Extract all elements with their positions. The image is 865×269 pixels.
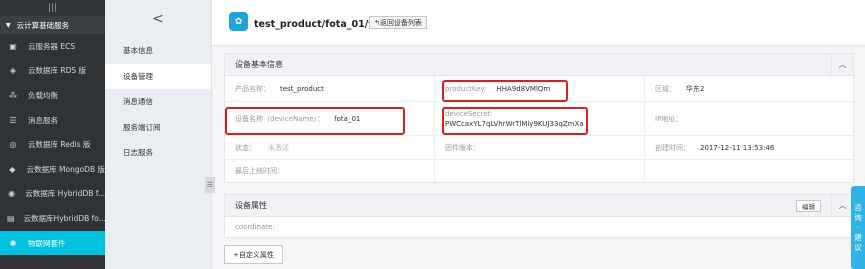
- device-props-heading: 设备属性: [235, 201, 267, 210]
- highlight-box-device-secret: [442, 107, 588, 135]
- product-name-cell: 产品名称： test_product: [225, 76, 435, 101]
- coordinate-cell: coordinate:: [225, 217, 275, 237]
- sub-menu: < 基本信息 设备管理 消息通信 服务端订阅 日志服务: [105, 0, 212, 269]
- region-value: 华东2: [686, 84, 705, 93]
- slb-icon: ⁂: [9, 90, 17, 100]
- chevron-up-icon[interactable]: ︿: [831, 54, 853, 75]
- nav-item-ecs[interactable]: ▣ 云服务器 ECS: [0, 34, 105, 59]
- hybriddb-icon: ◉: [8, 189, 16, 199]
- message-icon: ☰: [9, 115, 17, 125]
- nav-item-label: 负载均衡: [28, 90, 58, 100]
- feedback-char: 议: [854, 242, 862, 252]
- status-value: 未激活: [268, 143, 289, 152]
- feedback-char: 咨: [854, 202, 862, 212]
- nav-item-label: 云数据库 Redis 版: [28, 140, 91, 150]
- device-info-heading: 设备基本信息: [235, 60, 283, 69]
- sub-item-device-management[interactable]: 设备管理: [105, 63, 211, 89]
- nav-item-label: 云服务器 ECS: [28, 41, 76, 51]
- sub-item-basic-info[interactable]: 基本信息: [105, 38, 211, 64]
- hybriddb2-icon: ▤: [7, 213, 15, 223]
- created-value: 2017-12-11 13:53:46: [700, 143, 775, 152]
- status-label: 状态：: [235, 143, 256, 152]
- highlight-box-product-key: [442, 80, 568, 102]
- add-custom-property-button[interactable]: +自定义属性: [224, 245, 283, 264]
- ecs-icon: ▣: [9, 41, 17, 51]
- props-row: coordinate:: [225, 217, 853, 237]
- iot-product-icon: ✿: [229, 12, 248, 31]
- created-cell: 创建时间： 2017-12-11 13:53:46: [645, 136, 853, 159]
- back-to-device-list-button[interactable]: ↰ 返回设备列表: [369, 16, 427, 29]
- info-row-3: 状态： 未激活 固件版本： 创建时间： 2017-12-11 13:53:46: [225, 136, 853, 160]
- status-cell: 状态： 未激活: [225, 136, 435, 159]
- iot-icon: ✺: [9, 238, 17, 248]
- nav-item-slb[interactable]: ⁂ 负载均衡: [0, 83, 105, 108]
- product-name-value: test_product: [280, 84, 324, 93]
- redis-icon: ◎: [9, 140, 17, 150]
- ip-label: IP地址：: [655, 114, 683, 123]
- page-header: ✿ test_product/fota_01/设备详情 ↰ 返回设备列表: [212, 0, 865, 46]
- chevron-left-icon[interactable]: <: [105, 0, 211, 38]
- region-cell: 区域： 华东2: [645, 76, 853, 101]
- sub-item-server-subscription[interactable]: 服务端订阅: [105, 115, 211, 141]
- nav-section-cloud[interactable]: ▼ 云计算基础服务: [0, 16, 105, 34]
- feedback-tab[interactable]: 咨 询 · 建 议: [851, 186, 865, 269]
- firmware-cell: 固件版本：: [435, 136, 645, 159]
- ip-cell: IP地址：: [645, 102, 853, 135]
- mongodb-icon: ◆: [9, 164, 16, 174]
- sub-item-log-service[interactable]: 日志服务: [105, 140, 211, 166]
- empty-cell: [435, 160, 645, 182]
- nav-item-label: 云数据库 MongoDB 版: [26, 164, 105, 174]
- nav-item-hybriddb-2[interactable]: ▤ 云数据库HybridDB fo...: [0, 206, 105, 231]
- last-online-label: 最后上线时间：: [235, 167, 284, 175]
- main-nav: ||| ▼ 云计算基础服务 ▣ 云服务器 ECS ◈ 云数据库 RDS 版 ⁂ …: [0, 0, 105, 269]
- coordinate-label: coordinate:: [235, 223, 275, 231]
- caret-down-icon: ▼: [6, 21, 11, 29]
- feedback-char: ·: [856, 222, 860, 232]
- nav-item-redis[interactable]: ◎ 云数据库 Redis 版: [0, 132, 105, 157]
- nav-item-label: 物联网套件: [28, 238, 66, 248]
- highlight-box-device-name: [225, 107, 405, 135]
- device-props-header: 设备属性 编辑 ︿: [225, 195, 853, 217]
- created-label: 创建时间：: [655, 143, 690, 152]
- nav-item-hybriddb[interactable]: ◉ 云数据库 HybridDB f...: [0, 182, 105, 207]
- feedback-char: 询: [854, 212, 862, 222]
- nav-item-message[interactable]: ☰ 消息服务: [0, 108, 105, 133]
- back-button-label: 返回设备列表: [379, 18, 422, 27]
- firmware-label: 固件版本：: [445, 143, 480, 152]
- sub-item-messaging[interactable]: 消息通信: [105, 89, 211, 115]
- nav-item-mongodb[interactable]: ◆ 云数据库 MongoDB 版: [0, 157, 105, 182]
- device-props-panel: 设备属性 编辑 ︿ coordinate:: [224, 194, 854, 238]
- last-online-cell: 最后上线时间：: [225, 160, 435, 182]
- app-root: ||| ▼ 云计算基础服务 ▣ 云服务器 ECS ◈ 云数据库 RDS 版 ⁂ …: [0, 0, 865, 269]
- region-label: 区域：: [655, 84, 676, 93]
- edit-button[interactable]: 编辑: [796, 200, 821, 212]
- nav-item-label: 消息服务: [28, 115, 58, 125]
- info-row-4: 最后上线时间：: [225, 160, 853, 182]
- nav-item-label: 云数据库 HybridDB f...: [25, 189, 105, 199]
- collapse-menu-icon[interactable]: ☰: [205, 177, 215, 193]
- empty-cell: [645, 160, 853, 182]
- product-name-label: 产品名称：: [235, 84, 270, 93]
- menu-icon[interactable]: |||: [0, 0, 105, 16]
- nav-item-label: 云数据库 RDS 版: [28, 66, 87, 76]
- device-info-header: 设备基本信息 ︿: [225, 54, 853, 76]
- rds-icon: ◈: [9, 66, 17, 76]
- feedback-char: 建: [854, 232, 862, 242]
- nav-item-iot[interactable]: ✺ 物联网套件: [0, 230, 105, 256]
- nav-item-label: 云数据库HybridDB fo...: [23, 213, 105, 223]
- nav-section-label: 云计算基础服务: [16, 20, 70, 30]
- chevron-up-icon[interactable]: ︿: [831, 195, 853, 216]
- nav-item-rds[interactable]: ◈ 云数据库 RDS 版: [0, 59, 105, 84]
